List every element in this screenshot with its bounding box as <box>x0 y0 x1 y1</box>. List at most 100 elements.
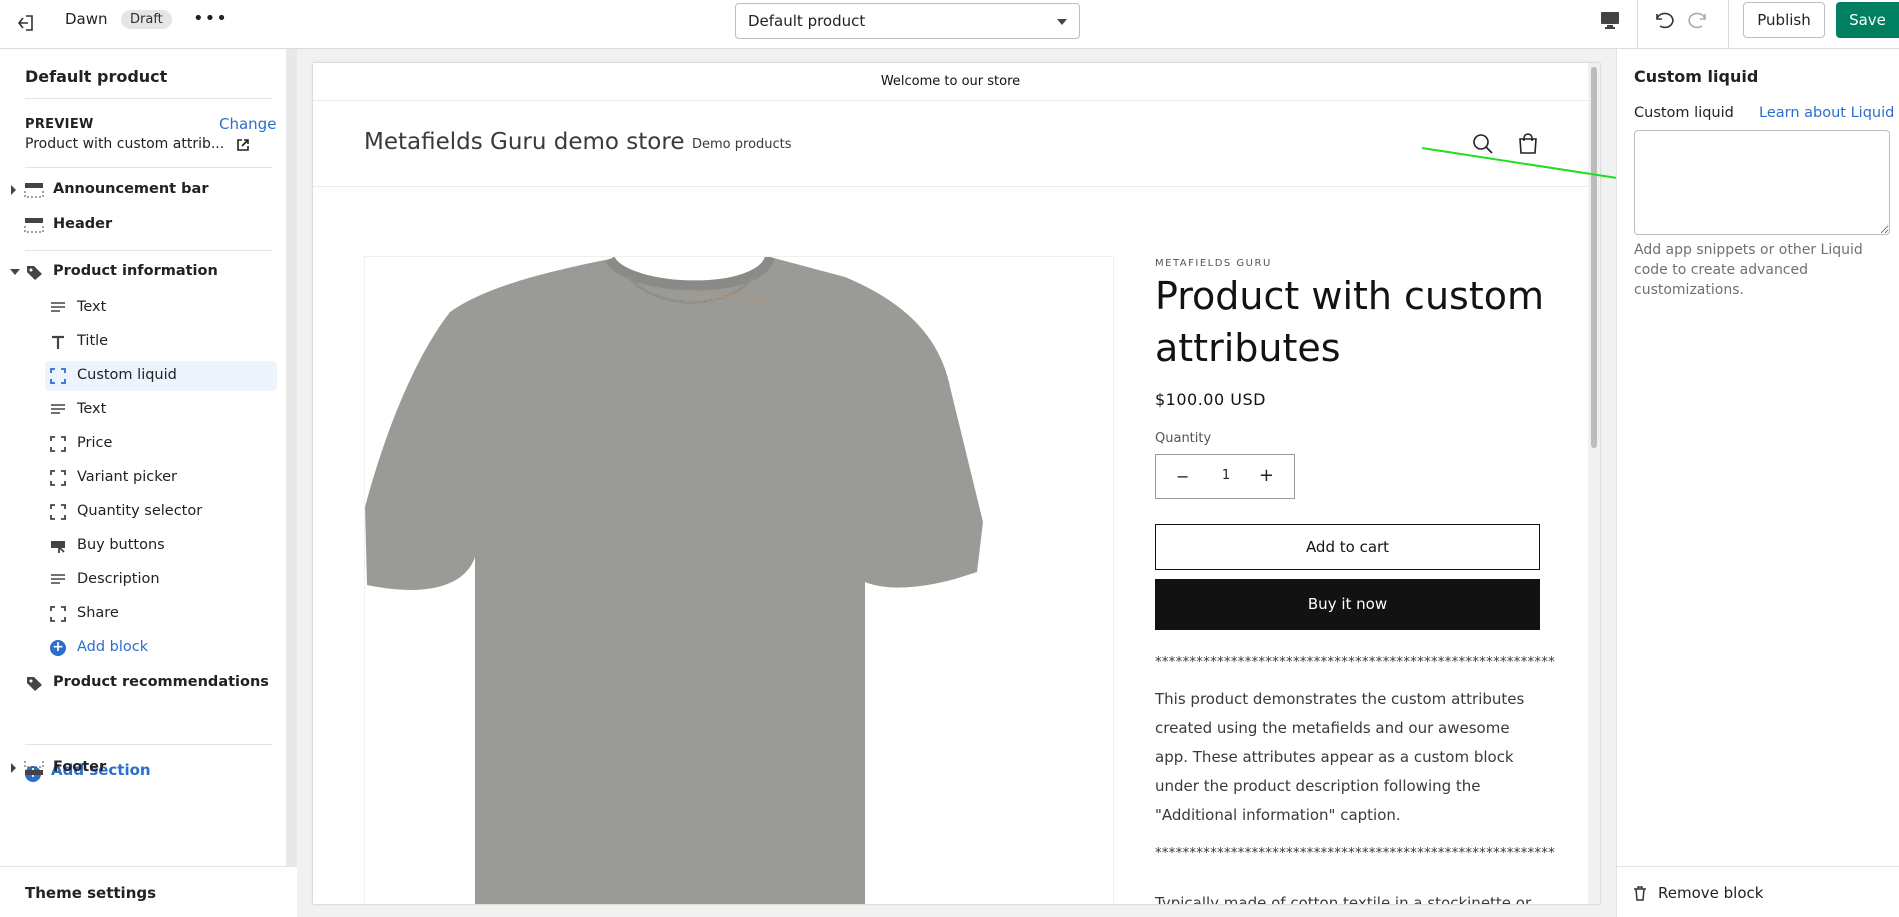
block-share[interactable]: Share <box>45 599 277 629</box>
text-lines-icon <box>51 302 65 312</box>
block-label: Custom liquid <box>77 367 177 383</box>
theme-settings-label: Theme settings <box>25 884 157 902</box>
preview-label: PREVIEW <box>25 117 94 132</box>
announcement-bar[interactable]: Welcome to our store <box>313 63 1588 101</box>
custom-liquid-textarea[interactable] <box>1634 130 1890 235</box>
product-image[interactable]: ShirtsofCotton <box>364 256 1114 904</box>
scrollbar-thumb[interactable] <box>1591 67 1597 448</box>
theme-name: Dawn <box>65 10 108 28</box>
section-label: Header <box>53 216 113 232</box>
block-description[interactable]: Description <box>45 565 277 595</box>
publish-button[interactable]: Publish <box>1743 2 1825 38</box>
change-preview-link[interactable]: Change <box>219 115 276 133</box>
block-label: Text <box>77 401 107 417</box>
sidebar-scrollbar[interactable] <box>286 49 297 917</box>
block-label: Quantity selector <box>77 503 203 519</box>
storefront-preview[interactable]: Welcome to our store Metafields Guru dem… <box>313 63 1600 904</box>
text-lines-icon <box>51 574 65 584</box>
remove-block-label: Remove block <box>1658 884 1764 902</box>
divider <box>25 98 272 99</box>
divider <box>25 250 272 251</box>
learn-liquid-link[interactable]: Learn about Liquid <box>1759 105 1894 121</box>
block-quantity-selector[interactable]: Quantity selector <box>45 497 277 527</box>
redo-icon[interactable] <box>1687 8 1713 34</box>
divider <box>1637 0 1638 49</box>
product-description-continued: Typically made of cotton textile in a st… <box>1155 894 1532 904</box>
description-separator: ****************************************… <box>1155 846 1556 861</box>
divider <box>25 167 272 168</box>
add-to-cart-button[interactable]: Add to cart <box>1155 524 1540 570</box>
quantity-value[interactable]: 1 <box>1156 468 1296 483</box>
nav-link-demo-products[interactable]: Demo products <box>692 137 792 152</box>
page-title: Default product <box>25 67 168 86</box>
dashed-box-icon <box>50 436 66 452</box>
quantity-plus-button[interactable]: + <box>1259 465 1274 486</box>
store-name[interactable]: Metafields Guru demo store <box>364 129 684 155</box>
custom-liquid-help: Add app snippets or other Liquid code to… <box>1634 242 1863 298</box>
product-price: $100.00 USD <box>1155 390 1266 409</box>
section-icon <box>24 183 44 198</box>
block-variant-picker[interactable]: Variant picker <box>45 463 277 493</box>
chevron-down-icon[interactable] <box>10 269 20 275</box>
tag-icon <box>27 677 42 691</box>
product-vendor: METAFIELDS GURU <box>1155 258 1272 269</box>
undo-icon[interactable] <box>1651 8 1677 34</box>
section-label: Product information <box>53 263 218 279</box>
dashed-box-icon <box>50 504 66 520</box>
section-label: Announcement bar <box>53 181 209 197</box>
title-t-icon <box>52 335 64 349</box>
divider <box>1728 0 1729 49</box>
trash-icon <box>1634 886 1646 901</box>
description-separator: ****************************************… <box>1155 655 1556 670</box>
section-announcement-bar[interactable]: Announcement bar <box>0 176 280 204</box>
tshirt-image: ShirtsofCotton <box>365 257 983 904</box>
more-horizontal-icon[interactable]: ••• <box>193 8 228 29</box>
section-header[interactable]: Header <box>0 211 280 239</box>
block-price[interactable]: Price <box>45 429 277 459</box>
block-label: Price <box>77 435 113 451</box>
section-footer[interactable]: Footer <box>0 754 280 782</box>
add-block-button[interactable]: + Add block <box>45 633 277 663</box>
section-product-recommendations[interactable]: Product recommendations <box>0 669 280 697</box>
external-link-icon[interactable] <box>236 137 250 151</box>
sections-sidebar: Default product PREVIEW Change Product w… <box>0 49 297 917</box>
block-text[interactable]: Text <box>45 293 277 323</box>
dashed-box-icon <box>50 606 66 622</box>
exit-icon[interactable] <box>12 10 38 36</box>
block-custom-liquid[interactable]: Custom liquid <box>45 361 277 391</box>
quantity-label: Quantity <box>1155 431 1212 446</box>
dashed-box-icon <box>50 470 66 486</box>
buy-now-button[interactable]: Buy it now <box>1155 579 1540 630</box>
tag-icon <box>27 266 42 280</box>
template-select[interactable]: Default product <box>735 3 1080 39</box>
preview-product-name: Product with custom attrib... <box>25 136 225 152</box>
chevron-down-icon <box>1057 19 1067 25</box>
text-lines-icon <box>51 404 65 414</box>
block-label: Share <box>77 605 119 621</box>
section-icon <box>24 761 44 775</box>
section-label: Product recommendations <box>53 674 269 690</box>
section-product-information[interactable]: Product information <box>0 258 280 286</box>
chevron-right-icon[interactable] <box>11 185 16 195</box>
block-buy-buttons[interactable]: Buy buttons <box>45 531 277 561</box>
quantity-stepper[interactable]: − 1 + <box>1155 454 1295 499</box>
block-label: Description <box>77 571 160 587</box>
store-header: Metafields Guru demo store Demo products <box>313 101 1588 187</box>
block-title[interactable]: Title <box>45 327 277 357</box>
svg-text:ShirtsofCotton: ShirtsofCotton <box>685 292 764 305</box>
template-select-value: Default product <box>748 12 866 30</box>
add-block-label: Add block <box>77 639 149 655</box>
remove-block-button[interactable]: Remove block <box>1617 866 1899 917</box>
product-title: Product with custom attributes <box>1155 274 1544 370</box>
block-label: Title <box>77 333 109 349</box>
block-text[interactable]: Text <box>45 395 277 425</box>
save-button[interactable]: Save <box>1836 2 1899 38</box>
status-badge: Draft <box>121 10 172 29</box>
theme-settings-button[interactable]: Theme settings <box>0 866 297 917</box>
custom-liquid-label: Custom liquid <box>1634 105 1734 121</box>
plus-circle-icon: + <box>50 640 66 656</box>
top-bar: Dawn Draft ••• Default product Publish S… <box>0 0 1899 49</box>
divider <box>25 744 272 745</box>
desktop-icon[interactable] <box>1599 9 1623 33</box>
chevron-right-icon[interactable] <box>11 763 16 773</box>
